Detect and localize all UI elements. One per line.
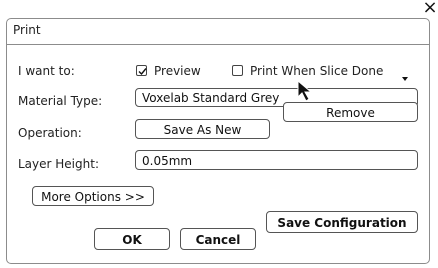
layer-height-value: 0.05mm	[142, 154, 193, 168]
slice-done-checkbox[interactable]	[232, 65, 243, 76]
remove-button-label: Remove	[326, 106, 375, 120]
mouse-pointer-icon	[297, 79, 313, 102]
ok-label: OK	[122, 233, 142, 247]
dialog-title: Print	[13, 23, 41, 37]
slice-done-label[interactable]: Print When Slice Done	[250, 64, 383, 78]
operation-label: Operation:	[18, 126, 82, 140]
more-options-label: More Options >>	[41, 190, 145, 204]
cancel-label: Cancel	[195, 233, 241, 247]
more-options-button[interactable]: More Options >>	[32, 186, 154, 206]
material-type-value: Voxelab Standard Grey	[142, 91, 280, 105]
close-icon[interactable]: ×	[422, 0, 438, 17]
material-type-label: Material Type:	[18, 94, 103, 108]
checkmark-icon	[138, 68, 147, 76]
remove-button[interactable]: Remove	[283, 102, 418, 122]
preview-label[interactable]: Preview	[154, 64, 201, 78]
dialog-title-bar: Print	[7, 19, 429, 45]
chevron-down-icon[interactable]	[402, 77, 408, 81]
layer-height-label: Layer Height:	[18, 157, 99, 171]
save-configuration-label: Save Configuration	[277, 216, 407, 230]
want-to-label: I want to:	[18, 64, 75, 78]
layer-height-input[interactable]: 0.05mm	[135, 150, 418, 170]
save-as-new-button[interactable]: Save As New	[135, 119, 270, 139]
cancel-button[interactable]: Cancel	[180, 228, 256, 250]
ok-button[interactable]: OK	[94, 228, 170, 250]
preview-checkbox[interactable]	[136, 65, 147, 76]
save-as-new-label: Save As New	[163, 123, 242, 137]
save-configuration-button[interactable]: Save Configuration	[266, 211, 418, 233]
